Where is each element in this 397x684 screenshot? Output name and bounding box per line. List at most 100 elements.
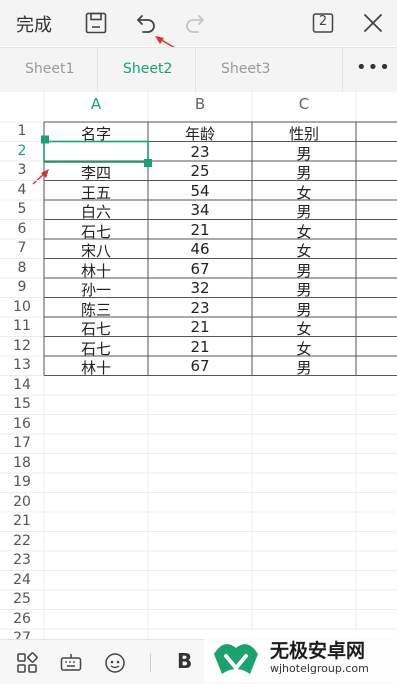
table-cell[interactable]: 23 [148, 143, 252, 161]
table-cell[interactable]: 男 [252, 162, 356, 183]
row-header[interactable]: 4 [0, 182, 44, 198]
table-cell[interactable]: 会 [356, 279, 397, 300]
bold-button[interactable]: B [177, 649, 192, 673]
table-cell[interactable]: 21 [148, 338, 252, 356]
table-cell[interactable]: 女 [252, 338, 356, 359]
row-header[interactable]: 17 [0, 435, 44, 451]
row-header[interactable]: 8 [0, 260, 44, 276]
tab-divider [342, 48, 343, 92]
tab-divider [195, 48, 196, 92]
table-cell[interactable]: 67 [148, 357, 252, 375]
table-cell[interactable]: 男 [252, 201, 356, 222]
tab-sheet2[interactable]: Sheet2 [123, 61, 172, 77]
table-cell[interactable]: 女 [252, 182, 356, 203]
table-cell[interactable]: 耳 [356, 182, 397, 203]
sheet-tab-bar: Sheet1 Sheet2 Sheet3 ••• [0, 47, 397, 92]
tab-sheet3[interactable]: Sheet3 [221, 61, 270, 77]
table-cell[interactable]: 54 [148, 182, 252, 200]
table-header-cell[interactable]: 性别 [252, 123, 356, 144]
table-cell[interactable]: 林十 [44, 260, 148, 281]
row-header[interactable]: 21 [0, 513, 44, 529]
table-cell[interactable]: 纟 [356, 318, 397, 339]
table-cell[interactable]: 纟 [356, 162, 397, 183]
table-cell[interactable]: 石七 [44, 318, 148, 339]
watermark-logo: 无极安卓网 wjhotelgroup.com [204, 630, 397, 683]
table-cell[interactable]: 32 [148, 279, 252, 297]
table-cell[interactable]: 石七 [44, 338, 148, 359]
keyboard-icon[interactable] [60, 652, 82, 674]
table-cell[interactable]: 李四 [44, 162, 148, 183]
row-header[interactable]: 9 [0, 279, 44, 295]
table-header-cell[interactable]: 年龄 [148, 123, 252, 144]
row-header[interactable]: 23 [0, 552, 44, 568]
active-cell-selection[interactable] [43, 140, 149, 163]
row-header[interactable]: 12 [0, 338, 44, 354]
table-cell[interactable]: 21 [148, 318, 252, 336]
row-header[interactable]: 19 [0, 474, 44, 490]
table-cell[interactable]: 21 [148, 221, 252, 239]
watermark-name: 无极安卓网 [270, 640, 366, 662]
row-header[interactable]: 7 [0, 240, 44, 256]
table-cell[interactable]: 女 [252, 221, 356, 242]
table-cell[interactable]: 王五 [44, 182, 148, 203]
tab-divider [97, 48, 98, 92]
row-header[interactable]: 16 [0, 416, 44, 432]
table-cell[interactable]: 67 [148, 260, 252, 278]
table-cell[interactable]: 纟 [356, 260, 397, 281]
watermark-logo-mark [214, 644, 258, 674]
table-cell[interactable]: 孙一 [44, 279, 148, 300]
column-header-b[interactable]: B [148, 95, 252, 117]
row-header[interactable]: 13 [0, 357, 44, 373]
row-header[interactable]: 26 [0, 611, 44, 627]
watermark-url: wjhotelgroup.com [270, 662, 369, 675]
table-header-cell[interactable]: 名字 [44, 123, 148, 144]
apps-grid-icon[interactable] [16, 652, 38, 674]
column-header-c[interactable]: C [252, 95, 356, 117]
emoji-icon[interactable] [104, 652, 126, 674]
table-cell[interactable]: 纟 [356, 221, 397, 242]
table-cell[interactable]: 男 [252, 299, 356, 320]
row-header[interactable]: 18 [0, 455, 44, 471]
table-cell[interactable]: 纟 [356, 357, 397, 378]
table-cell[interactable]: 纟 [356, 299, 397, 320]
table-cell[interactable]: 林十 [44, 357, 148, 378]
table-cell[interactable]: 宋八 [44, 240, 148, 261]
table-cell[interactable]: 南 [356, 201, 397, 222]
row-header[interactable]: 27 [0, 630, 44, 639]
row-header[interactable]: 14 [0, 377, 44, 393]
table-cell[interactable]: 25 [148, 162, 252, 180]
row-header[interactable]: 25 [0, 591, 44, 607]
row-header[interactable]: 15 [0, 396, 44, 412]
table-cell[interactable]: 男 [252, 143, 356, 164]
row-header[interactable]: 22 [0, 533, 44, 549]
table-cell[interactable]: 陈三 [44, 299, 148, 320]
table-cell[interactable]: 纟 [356, 240, 397, 261]
row-header[interactable]: 6 [0, 221, 44, 237]
table-cell[interactable]: 男 [252, 260, 356, 281]
row-header[interactable]: 5 [0, 201, 44, 217]
table-cell[interactable]: 女 [252, 318, 356, 339]
table-cell[interactable]: 纟 [356, 143, 397, 164]
table-cell[interactable]: 白六 [44, 201, 148, 222]
table-cell[interactable]: 女 [252, 240, 356, 261]
column-header-a[interactable]: A [44, 95, 148, 117]
row-header[interactable]: 10 [0, 299, 44, 315]
row-header[interactable]: 24 [0, 572, 44, 588]
bottom-divider [150, 654, 151, 672]
table-cell[interactable]: 纟 [356, 338, 397, 359]
table-cell[interactable]: 男 [252, 357, 356, 378]
row-header[interactable]: 20 [0, 494, 44, 510]
table-cell[interactable]: 男 [252, 279, 356, 300]
table-cell[interactable]: 23 [148, 299, 252, 317]
row-header[interactable]: 2 [0, 143, 44, 159]
tab-sheet1[interactable]: Sheet1 [25, 61, 74, 77]
row-header[interactable]: 3 [0, 162, 44, 178]
table-cell[interactable]: 46 [148, 240, 252, 258]
row-header[interactable]: 1 [0, 123, 44, 139]
table-header-cell[interactable]: 耳 [356, 123, 397, 144]
table-cell[interactable]: 石七 [44, 221, 148, 242]
row-header[interactable]: 11 [0, 318, 44, 334]
spreadsheet-grid[interactable]: A B C 1 2 3 4 5 6 7 8 9 10 11 12 13 14 15 16 17 18 19 20 21 22 23… [0, 91, 397, 639]
table-cell[interactable]: 34 [148, 201, 252, 219]
more-menu-button[interactable]: ••• [356, 56, 390, 80]
